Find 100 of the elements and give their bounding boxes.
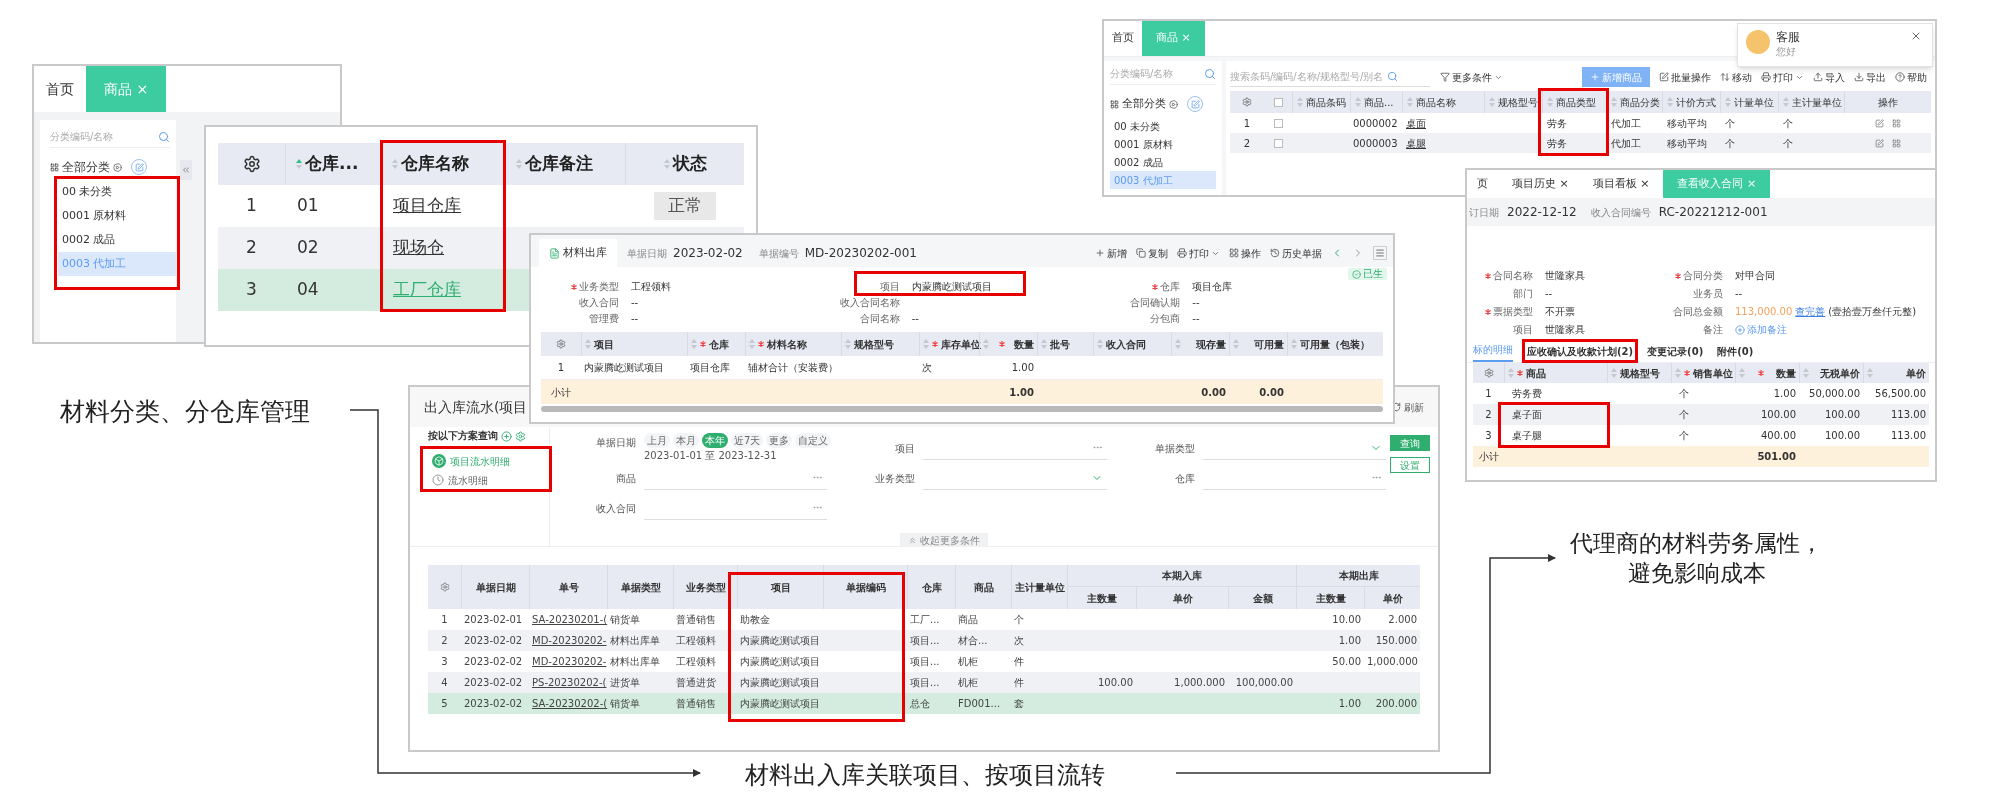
- column-header[interactable]: 批号: [1037, 332, 1093, 356]
- sort-icon[interactable]: [691, 339, 697, 349]
- document-link[interactable]: MD-20230202-: [532, 635, 607, 646]
- sort-icon[interactable]: [845, 339, 851, 349]
- search-icon[interactable]: [1387, 71, 1399, 82]
- sort-icon[interactable]: [1233, 339, 1239, 349]
- toolbar-button[interactable]: 导入: [1813, 69, 1845, 85]
- column-header[interactable]: 收入合同: [1093, 332, 1171, 356]
- table-row[interactable]: 5 2023-02-02 SA-20230202-( 销货单 普通销售 内蒙腾屹测试项目 总仓 FD001... 套 1.00 200.000: [428, 693, 1420, 714]
- sort-icon[interactable]: [1739, 368, 1745, 378]
- date-chip[interactable]: 自定义: [795, 433, 832, 448]
- toolbar-button[interactable]: 历史单据: [1270, 245, 1322, 261]
- column-header[interactable]: 可用量（包装）: [1287, 332, 1383, 356]
- sort-icon[interactable]: [1291, 339, 1297, 349]
- search-icon[interactable]: [158, 130, 170, 143]
- edit-icon[interactable]: [1874, 118, 1884, 128]
- column-header[interactable]: 现存量: [1171, 332, 1229, 356]
- category-item[interactable]: 0001 原材料: [58, 204, 176, 228]
- sort-icon[interactable]: [1547, 97, 1553, 107]
- document-link[interactable]: SA-20230202-(: [532, 698, 608, 709]
- detail-link[interactable]: 查完善: [1795, 306, 1826, 318]
- sort-icon[interactable]: [1675, 368, 1681, 378]
- column-header[interactable]: 材料名称: [745, 332, 841, 356]
- sort-icon[interactable]: [1041, 339, 1047, 349]
- date-chip[interactable]: 上月: [644, 433, 670, 448]
- toolbar-button[interactable]: 打印: [1177, 245, 1220, 261]
- product-link[interactable]: 桌面: [1406, 117, 1426, 129]
- sort-icon[interactable]: [1611, 368, 1617, 378]
- category-item[interactable]: 0001 原材料: [1110, 135, 1216, 153]
- sort-icon[interactable]: [296, 159, 302, 169]
- sort-icon[interactable]: [585, 339, 591, 349]
- tab[interactable]: 应收确认及收款计划(2): [1527, 344, 1634, 362]
- scrollbar[interactable]: [541, 406, 1383, 412]
- sort-icon[interactable]: [1867, 368, 1873, 378]
- sort-icon[interactable]: [1175, 339, 1181, 349]
- sort-icon[interactable]: [1097, 339, 1103, 349]
- play-circle-icon[interactable]: [113, 162, 122, 172]
- column-header[interactable]: 项目: [581, 332, 687, 356]
- menu-icon[interactable]: [1373, 246, 1387, 260]
- search-icon[interactable]: [1204, 67, 1216, 80]
- sort-icon[interactable]: [983, 339, 989, 349]
- tab[interactable]: 附件(0): [1717, 344, 1754, 362]
- checkbox[interactable]: [1273, 97, 1283, 107]
- sort-icon[interactable]: [663, 159, 670, 169]
- category-item[interactable]: 00 未分类: [1110, 117, 1216, 135]
- tab[interactable]: 项目看板 ×: [1582, 170, 1660, 198]
- sort-icon[interactable]: [392, 159, 398, 169]
- sort-icon[interactable]: [1611, 97, 1617, 107]
- category-item[interactable]: 0002 成品: [1110, 153, 1216, 171]
- date-chip[interactable]: 更多: [766, 433, 793, 448]
- tab[interactable]: 项目历史 ×: [1502, 170, 1579, 198]
- tab[interactable]: 材料出库: [539, 239, 617, 267]
- sort-icon[interactable]: [1508, 368, 1514, 378]
- product-link[interactable]: 桌腿: [1406, 137, 1426, 149]
- close-icon[interactable]: [1910, 30, 1922, 42]
- sort-icon[interactable]: [749, 339, 755, 349]
- document-link[interactable]: PS-20230202-(: [532, 677, 607, 688]
- column-header[interactable]: 可用量: [1229, 332, 1287, 356]
- column-header[interactable]: 仓库: [687, 332, 745, 356]
- warehouse-link[interactable]: 现场仓: [393, 237, 444, 258]
- sort-icon[interactable]: [1783, 97, 1789, 107]
- sort-icon[interactable]: [923, 339, 929, 349]
- column-header[interactable]: 规格型号: [841, 332, 919, 356]
- tree-root[interactable]: 全部分类: [1122, 95, 1166, 113]
- sort-icon[interactable]: [1297, 97, 1303, 107]
- toolbar-button[interactable]: 移动: [1720, 69, 1752, 85]
- tab[interactable]: 变更记录(0): [1647, 344, 1704, 362]
- document-link[interactable]: MD-20230202-: [532, 656, 607, 667]
- toolbar-button[interactable]: 新增: [1095, 245, 1127, 261]
- table-row[interactable]: 4 2023-02-02 PS-20230202-( 进货单 普通进货 内蒙腾屹测试项目 项目... 机柜 件 100.00 1,000.000 100,000.00: [428, 672, 1420, 693]
- warehouse-link[interactable]: 项目仓库: [393, 195, 461, 216]
- edit-icon[interactable]: [1874, 138, 1884, 148]
- scheme-item[interactable]: 流水明细: [432, 472, 488, 488]
- toolbar-button[interactable]: 操作: [1229, 245, 1261, 261]
- grid-icon[interactable]: [1891, 118, 1901, 128]
- sort-icon[interactable]: [1725, 97, 1731, 107]
- sort-icon[interactable]: [1667, 97, 1673, 107]
- filter-button[interactable]: 更多条件: [1440, 69, 1503, 85]
- document-link[interactable]: SA-20230201-(: [532, 614, 608, 625]
- category-item[interactable]: 00 未分类: [58, 180, 176, 204]
- column-header[interactable]: 数量: [979, 332, 1037, 356]
- toolbar-button[interactable]: 导出: [1854, 69, 1886, 85]
- toolbar-button[interactable]: 批量操作: [1659, 69, 1711, 85]
- category-item[interactable]: 0002 成品: [58, 228, 176, 252]
- tab[interactable]: 页: [1467, 170, 1498, 198]
- settings-icon[interactable]: [242, 155, 261, 173]
- tab[interactable]: 首页: [1104, 21, 1142, 56]
- table-row[interactable]: 2 2023-02-02 MD-20230202- 材料出库单 工程领料 内蒙腾屹测试项目 项目... 材合... 次 1.00 150.000: [428, 630, 1420, 651]
- toolbar-button[interactable]: 帮助: [1895, 69, 1927, 85]
- toolbar-button[interactable]: 打印: [1761, 69, 1804, 85]
- checkbox[interactable]: [1273, 138, 1283, 148]
- sort-icon[interactable]: [516, 159, 522, 169]
- play-circle-icon[interactable]: [1169, 99, 1178, 109]
- tab[interactable]: 首页: [34, 66, 86, 112]
- date-chip[interactable]: 本月: [673, 433, 699, 448]
- grid-icon[interactable]: [1891, 138, 1901, 148]
- sort-icon[interactable]: [1803, 368, 1809, 378]
- date-chip[interactable]: 近7天: [731, 433, 764, 448]
- collapse-button[interactable]: [180, 160, 192, 180]
- checkbox[interactable]: [1273, 118, 1283, 128]
